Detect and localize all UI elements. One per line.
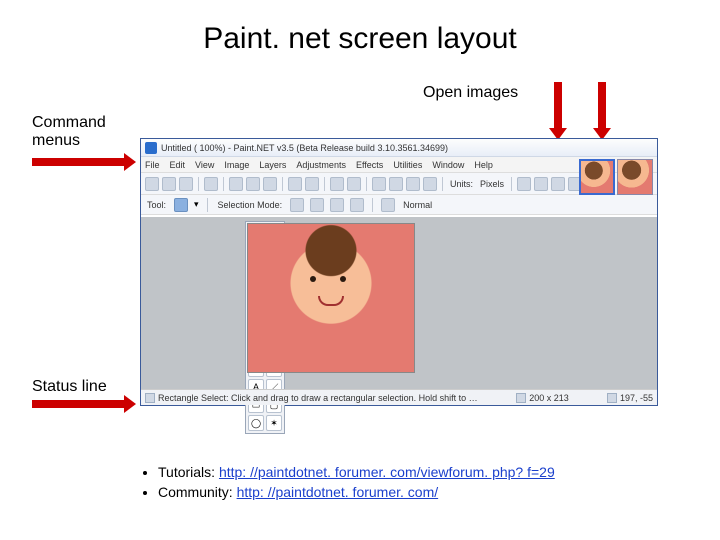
bullet-tutorials: Tutorials: http: //paintdotnet. forumer.… (158, 464, 555, 480)
tool-label: Tool: (145, 200, 168, 210)
toolbar-sep (282, 177, 283, 191)
paste-icon[interactable] (263, 177, 277, 191)
label-command-menus: Command menus (32, 114, 106, 150)
footer-links: Tutorials: http: //paintdotnet. forumer.… (140, 464, 555, 504)
current-image[interactable] (247, 223, 415, 373)
toolbar-sep (511, 177, 512, 191)
toolbar-sep (223, 177, 224, 191)
ellipse-shape-icon[interactable]: ◯ (248, 415, 264, 431)
selmode-invert-icon[interactable] (350, 198, 364, 212)
rulers-icon[interactable] (423, 177, 437, 191)
toolbar-sep (372, 198, 373, 212)
units-value[interactable]: Pixels (478, 179, 506, 189)
status-bar: Rectangle Select: Click and drag to draw… (141, 389, 657, 405)
panel-layers-icon[interactable] (551, 177, 565, 191)
panel-history-icon[interactable] (534, 177, 548, 191)
toolbar-sep (324, 177, 325, 191)
toolbar-sep (207, 198, 208, 212)
grid-icon[interactable] (406, 177, 420, 191)
canvas-area[interactable]: Tool.. ▭ ✥ ◌ ↔ ◯ 🔍 ✦ ✋ 🪣 ◧ 🖌 ◫ ✎ ⌕ ⎘ ◐ A… (141, 217, 657, 389)
app-window: Untitled ( 100%) - Paint.NET v3.5 (Beta … (140, 138, 658, 406)
menu-edit[interactable]: Edit (170, 160, 186, 170)
label-open-images: Open images (423, 84, 518, 102)
zoom-in-icon[interactable] (372, 177, 386, 191)
crop-icon[interactable] (288, 177, 302, 191)
arrow-command-menus (32, 158, 126, 166)
flood-icon[interactable] (381, 198, 395, 212)
menu-effects[interactable]: Effects (356, 160, 383, 170)
selmode-replace-icon[interactable] (290, 198, 304, 212)
toolbar-sep (198, 177, 199, 191)
selmode-sub-icon[interactable] (330, 198, 344, 212)
tutorials-link[interactable]: http: //paintdotnet. forumer. com/viewfo… (219, 464, 555, 480)
status-hint: Rectangle Select: Click and drag to draw… (158, 393, 478, 403)
label-status-line: Status line (32, 378, 107, 396)
size-icon (516, 393, 526, 403)
cut-icon[interactable] (229, 177, 243, 191)
window-title: Untitled ( 100%) - Paint.NET v3.5 (Beta … (161, 143, 448, 153)
deselect-icon[interactable] (305, 177, 319, 191)
menu-image[interactable]: Image (224, 160, 249, 170)
menu-layers[interactable]: Layers (259, 160, 286, 170)
open-images-strip (579, 159, 653, 195)
toolbar-sep (442, 177, 443, 191)
freeform-shape-icon[interactable]: ✶ (266, 415, 282, 431)
app-icon (145, 142, 157, 154)
bullet-community: Community: http: //paintdotnet. forumer.… (158, 484, 555, 500)
status-tool-icon (145, 393, 155, 403)
print-icon[interactable] (204, 177, 218, 191)
slide-title: Paint. net screen layout (0, 22, 720, 56)
status-pos: 197, -55 (620, 393, 653, 403)
bullet-prefix: Community: (158, 484, 237, 500)
panel-tools-icon[interactable] (517, 177, 531, 191)
arrow-open-images-1 (554, 82, 562, 130)
arrow-open-images-2 (598, 82, 606, 130)
menu-help[interactable]: Help (474, 160, 493, 170)
thumb-1[interactable] (579, 159, 615, 195)
units-label: Units: (448, 179, 475, 189)
status-size: 200 x 213 (529, 393, 569, 403)
cursor-pos-icon (607, 393, 617, 403)
active-tool-icon[interactable] (174, 198, 188, 212)
selection-mode-label: Selection Mode: (216, 200, 285, 210)
selmode-add-icon[interactable] (310, 198, 324, 212)
redo-icon[interactable] (347, 177, 361, 191)
save-icon[interactable] (179, 177, 193, 191)
menu-window[interactable]: Window (432, 160, 464, 170)
undo-icon[interactable] (330, 177, 344, 191)
community-link[interactable]: http: //paintdotnet. forumer. com/ (237, 484, 439, 500)
menu-file[interactable]: File (145, 160, 160, 170)
thumb-2[interactable] (617, 159, 653, 195)
zoom-out-icon[interactable] (389, 177, 403, 191)
toolbar-sep (366, 177, 367, 191)
menu-view[interactable]: View (195, 160, 214, 170)
menu-utilities[interactable]: Utilities (393, 160, 422, 170)
arrow-status-line (32, 400, 126, 408)
copy-icon[interactable] (246, 177, 260, 191)
menu-adjustments[interactable]: Adjustments (296, 160, 346, 170)
new-icon[interactable] (145, 177, 159, 191)
titlebar: Untitled ( 100%) - Paint.NET v3.5 (Beta … (141, 139, 657, 157)
tool-options-bar: Tool: ▾ Selection Mode: Normal (141, 195, 657, 215)
normal-label[interactable]: Normal (401, 200, 434, 210)
bullet-prefix: Tutorials: (158, 464, 219, 480)
open-icon[interactable] (162, 177, 176, 191)
image-content (248, 224, 414, 372)
